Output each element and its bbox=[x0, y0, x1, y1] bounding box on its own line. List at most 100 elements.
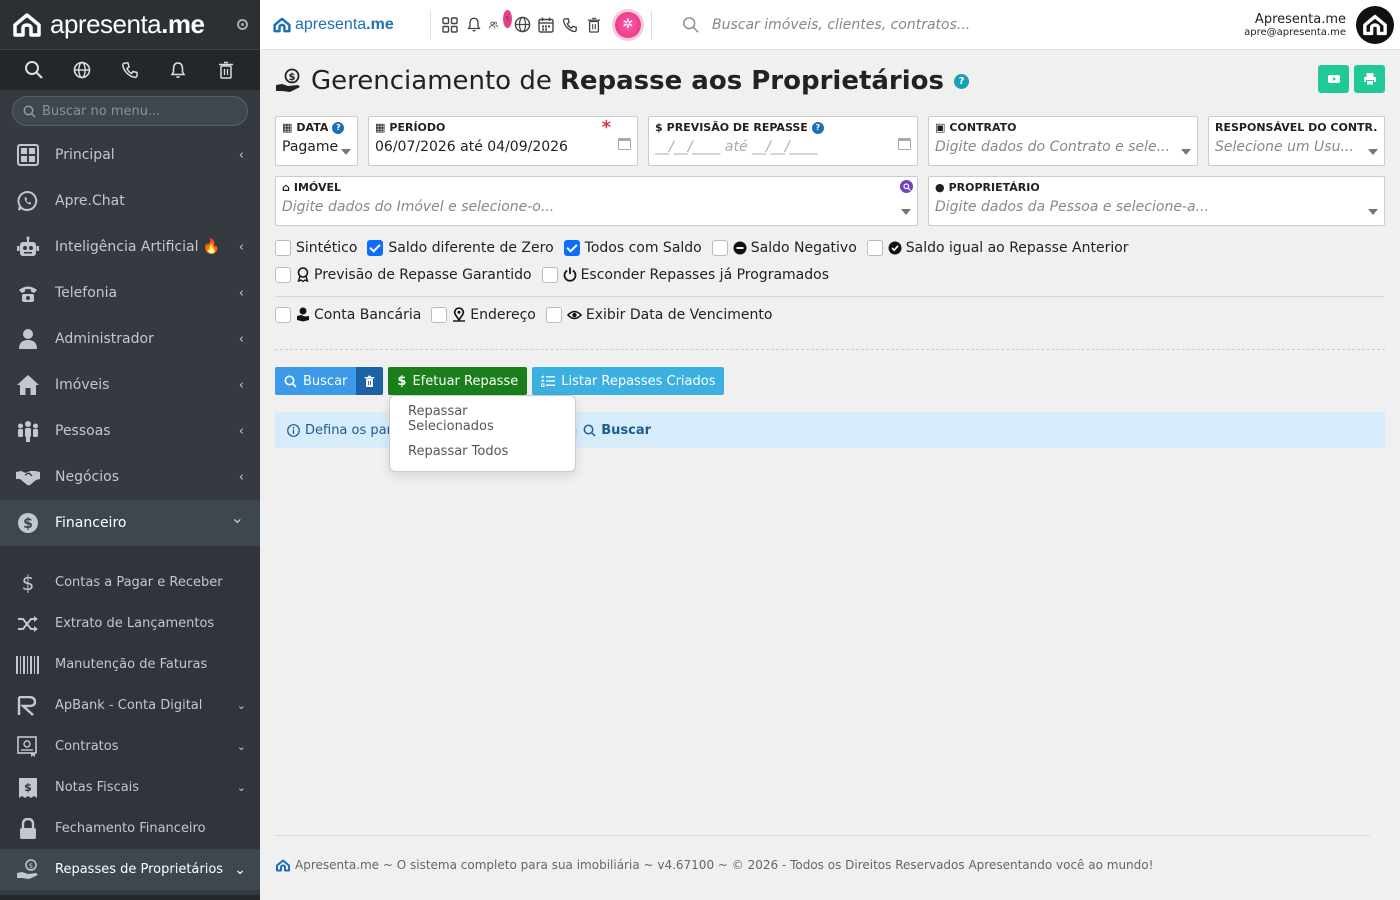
user-info[interactable]: Apresenta.me apre@apresenta.me bbox=[1244, 12, 1346, 38]
check-endereco[interactable]: Endereço bbox=[431, 301, 536, 328]
sidebar-item-imoveis[interactable]: Imóveis ‹ bbox=[0, 362, 260, 408]
check-saldo-diferente-zero[interactable]: Saldo diferente de Zero bbox=[367, 234, 554, 261]
sidebar-item-administrador[interactable]: Administrador ‹ bbox=[0, 316, 260, 362]
sidebar-search-box[interactable] bbox=[12, 96, 248, 126]
filter-row-2: ⌂ IMÓVEL Digite dados do Imóvel e selecio… bbox=[275, 176, 1385, 226]
topbar-logo[interactable]: apresenta.me bbox=[260, 16, 420, 34]
submenu-item-fechamento[interactable]: Fechamento Financeiro bbox=[0, 808, 260, 849]
globe-icon[interactable] bbox=[513, 16, 531, 34]
checkbox[interactable] bbox=[275, 266, 291, 283]
youtube-icon[interactable] bbox=[1318, 65, 1349, 93]
trash-icon[interactable] bbox=[585, 16, 603, 34]
submenu-item-contratos[interactable]: Contratos ⌄ bbox=[0, 726, 260, 767]
buscar-button[interactable]: Buscar bbox=[275, 367, 357, 395]
dropdown-item-repassar-todos[interactable]: Repassar Todos bbox=[390, 435, 575, 467]
sidebar-item-telefonia[interactable]: Telefonia ‹ bbox=[0, 270, 260, 316]
imovel-field[interactable]: ⌂ IMÓVEL Digite dados do Imóvel e selecio… bbox=[275, 176, 918, 226]
checkbox[interactable] bbox=[275, 306, 291, 323]
check-saldo-igual-repasse[interactable]: Saldo igual ao Repasse Anterior bbox=[866, 234, 1129, 261]
phone-icon[interactable] bbox=[119, 59, 141, 81]
chevron-left-icon: ‹ bbox=[238, 423, 244, 439]
checkbox-label: Saldo diferente de Zero bbox=[388, 239, 554, 256]
sidebar-toggle-icon[interactable] bbox=[237, 19, 248, 30]
periodo-field[interactable]: ▦ PERÍODO 06/07/2026 até 04/09/2026 * bbox=[368, 116, 638, 166]
calendar-icon[interactable] bbox=[618, 138, 631, 150]
contrato-field[interactable]: ▣ CONTRATO Digite dados do Contrato e sel… bbox=[928, 116, 1198, 166]
submenu-item-repasses[interactable]: $ Repasses de Proprietários ⌄ bbox=[0, 849, 260, 890]
checkbox[interactable] bbox=[545, 306, 562, 323]
checkbox[interactable] bbox=[431, 306, 448, 323]
print-icon[interactable] bbox=[1354, 65, 1385, 93]
sidebar-item-label: Inteligência Artificial 🔥 bbox=[55, 239, 221, 255]
search-advanced-icon[interactable] bbox=[900, 180, 913, 193]
sidebar-item-pessoas[interactable]: Pessoas ‹ bbox=[0, 408, 260, 454]
title-actions bbox=[1318, 65, 1385, 93]
submenu-item-faturas[interactable]: Manutenção de Faturas bbox=[0, 644, 260, 685]
check-exibir-vencimento[interactable]: Exibir Data de Vencimento bbox=[545, 301, 772, 328]
check-conta-bancaria[interactable]: Conta Bancária bbox=[275, 301, 421, 328]
submenu-item-label: ApBank - Conta Digital bbox=[55, 698, 203, 713]
sidebar-item-aprechat[interactable]: Apre.Chat bbox=[0, 178, 260, 224]
sidebar-item-principal[interactable]: Principal ‹ bbox=[0, 132, 260, 178]
check-saldo-negativo[interactable]: Saldo Negativo bbox=[711, 234, 857, 261]
alert-buscar-link[interactable]: Buscar bbox=[601, 423, 651, 438]
check-esconder-programados[interactable]: Esconder Repasses já Programados bbox=[541, 261, 829, 288]
responsavel-field[interactable]: RESPONSÁVEL DO CONTR... Selecione um Usu… bbox=[1208, 116, 1385, 166]
checkbox[interactable] bbox=[866, 239, 883, 256]
check-todos-com-saldo[interactable]: Todos com Saldo bbox=[563, 234, 702, 261]
previsao-placeholder: __/__/____ até __/__/____ bbox=[655, 139, 818, 155]
page-title-light: Gerenciamento de bbox=[311, 66, 552, 96]
help-icon[interactable]: ? bbox=[954, 73, 970, 89]
help-icon[interactable]: ? bbox=[332, 121, 345, 134]
sidebar-item-ia[interactable]: Inteligência Artificial 🔥 ‹ bbox=[0, 224, 260, 270]
checkbox[interactable] bbox=[541, 266, 558, 283]
trash-icon[interactable] bbox=[215, 59, 237, 81]
sidebar-item-negocios[interactable]: Negócios ‹ bbox=[0, 454, 260, 500]
checkbox[interactable] bbox=[563, 239, 580, 256]
data-field[interactable]: ▦ DATA? Pagame bbox=[275, 116, 358, 166]
action-buttons: Buscar $ Efetuar Repasse Listar Repasses … bbox=[275, 367, 1385, 395]
bell-icon[interactable] bbox=[167, 59, 189, 81]
previsao-field[interactable]: $ PREVISÃO DE REPASSE? __/__/____ até __/… bbox=[648, 116, 918, 166]
ai-assistant-icon[interactable]: ✲ bbox=[615, 11, 641, 38]
search-icon bbox=[683, 16, 699, 33]
help-icon[interactable]: ? bbox=[811, 121, 824, 134]
avatar[interactable] bbox=[1356, 5, 1394, 44]
users-icon[interactable]: 5 bbox=[489, 9, 512, 34]
calendar-icon[interactable] bbox=[898, 138, 911, 150]
clear-button[interactable] bbox=[356, 367, 384, 395]
submenu-item-extrato[interactable]: Extrato de Lançamentos bbox=[0, 603, 260, 644]
dropdown-item-repassar-selecionados[interactable]: Repassar Selecionados bbox=[390, 403, 575, 435]
check-previsao-garantido[interactable]: Previsão de Repasse Garantido bbox=[275, 261, 532, 288]
brand-logo-icon bbox=[275, 859, 291, 872]
submenu-item-notas[interactable]: $ Notas Fiscais ⌄ bbox=[0, 767, 260, 808]
robot-icon bbox=[16, 235, 40, 259]
responsavel-placeholder: Selecione um Usu... bbox=[1215, 139, 1354, 155]
calendar-icon[interactable] bbox=[537, 16, 555, 34]
globe-icon[interactable] bbox=[71, 59, 93, 81]
listar-repasses-button[interactable]: Listar Repasses Criados bbox=[532, 367, 725, 395]
efetuar-repasse-button[interactable]: $ Efetuar Repasse bbox=[388, 367, 528, 395]
sidebar-brand[interactable]: apresenta.me bbox=[0, 0, 260, 50]
eye-icon bbox=[566, 309, 582, 321]
checkbox[interactable] bbox=[275, 239, 291, 256]
submenu-item-apbank[interactable]: ApBank - Conta Digital ⌄ bbox=[0, 685, 260, 726]
data-label: ▦ DATA? bbox=[282, 121, 351, 134]
checkbox[interactable] bbox=[711, 239, 728, 256]
sidebar-item-financeiro[interactable]: $ Financeiro ⌄ bbox=[0, 500, 260, 546]
svg-text:$: $ bbox=[22, 572, 35, 594]
proprietario-field[interactable]: ● PROPRIETÁRIO Digite dados da Pessoa e s… bbox=[928, 176, 1385, 226]
apps-grid-icon[interactable] bbox=[441, 16, 459, 34]
bell-icon[interactable] bbox=[465, 16, 483, 34]
checkbox[interactable] bbox=[367, 239, 384, 256]
sidebar-search-input[interactable] bbox=[42, 103, 232, 119]
global-search-input[interactable] bbox=[712, 16, 1132, 33]
submenu-item-contas[interactable]: $ Contas a Pagar e Receber bbox=[0, 562, 260, 603]
user-icon: ● bbox=[935, 181, 945, 194]
topbar-logo-text: apresenta.me bbox=[295, 15, 394, 33]
check-sintetico[interactable]: Sintético bbox=[275, 234, 357, 261]
dollar-circle-icon: $ bbox=[16, 511, 40, 535]
chevron-left-icon: ‹ bbox=[238, 239, 244, 255]
phone-icon[interactable] bbox=[561, 16, 579, 34]
search-icon[interactable] bbox=[23, 59, 45, 81]
